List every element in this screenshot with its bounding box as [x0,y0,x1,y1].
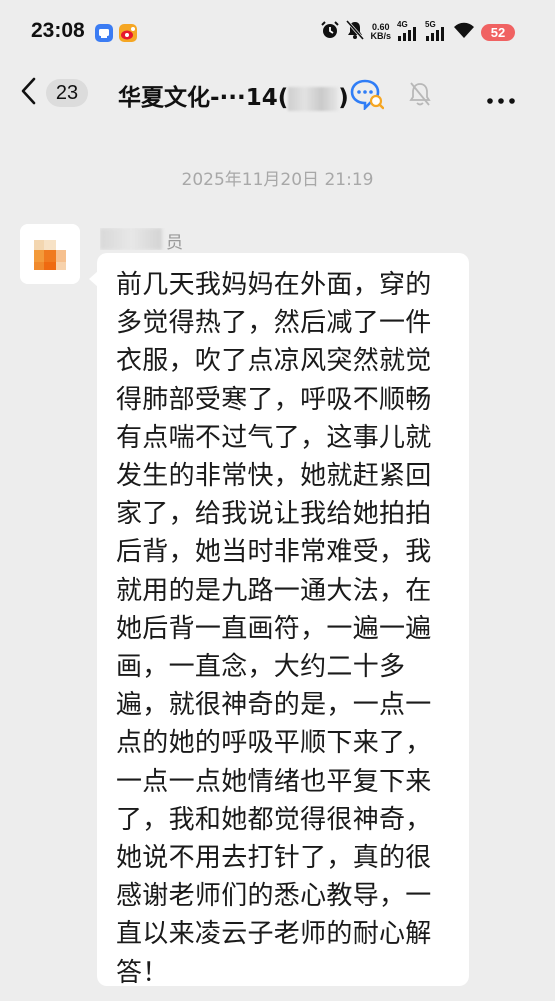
message-line: 前几天我妈妈在外面，穿的 [116,270,432,300]
redacted-block [100,228,162,250]
mute-icon [346,20,365,44]
message-line: 衣服，吹了点凉风突然就觉 [116,346,432,377]
message-bubble[interactable]: 前几天我妈妈在外面，穿的 多觉得热了，然后减了一件 衣服，吹了点凉风突然就觉 得肺部受… [89,253,469,988]
message-line: 了，我和她都觉得很神奇， [116,804,432,835]
net-speed-unit: KB/s [370,31,391,41]
sender-name-visible: 员 [166,233,183,250]
message-line: 答！ [116,957,169,988]
sender-name: 员 [100,228,190,250]
wifi-icon [453,21,475,43]
alarm-icon [320,20,340,44]
signal-1-label: 4G [397,20,408,29]
net-speed: 0.60 KB/s [370,23,391,41]
message-line: 得肺部受寒了，呼吸不顺畅 [116,384,432,415]
chat-title-text: 华夏文化-···14( [118,85,289,111]
message-line: 遍，就很神奇的是，一点一 [116,690,432,721]
weibo-icon [119,24,137,42]
signal-icon: 5G [425,20,447,42]
message-line: 发生的非常快，她就赶紧回 [116,461,432,492]
battery-level: 52 [490,24,506,40]
redacted-block [288,86,339,111]
chat-title[interactable]: 华夏文化-···14() [118,78,349,112]
message-line: 多觉得热了，然后减了一件 [116,308,432,339]
bell-muted-icon[interactable] [408,81,432,111]
back-chevron-icon [20,76,38,110]
chat-title-suffix: ) [338,85,349,111]
message-line: 家了，给我说让我给她拍拍 [116,499,432,530]
more-icon[interactable] [486,90,516,109]
message-line: 有点喘不过气了，这事儿就 [116,422,432,453]
message-timestamp: 2025年11月20日 21:19 [181,170,374,190]
message-line: 她说不用去打针了，真的很 [116,843,432,874]
battery-icon: 52 [481,23,515,41]
signal-2-label: 5G [425,20,436,29]
signal-icon: 4G [397,20,419,42]
avatar[interactable] [20,224,80,284]
back-button[interactable]: 23 [20,76,100,110]
message-app-icon [95,24,113,42]
message-line: 直以来凌云子老师的耐心解 [116,919,432,950]
message-line: 画，一直念，大约二十多 [116,652,406,683]
message-text: 前几天我妈妈在外面，穿的 多觉得热了，然后减了一件 衣服，吹了点凉风突然就觉 得肺部受… [116,266,455,992]
chat-search-icon[interactable] [350,78,385,114]
message-line: 感谢老师们的悉心教导，一 [116,881,432,912]
message-line: 就用的是九路一通大法，在 [116,575,432,606]
status-bar: 23:08 0.60 KB/s 4G 5G 52 [0,0,555,64]
message-line: 她后背一直画符，一遍一遍 [116,613,432,644]
message-line: 后背，她当时非常难受，我 [116,537,432,568]
chat-header: 23 华夏文化-···14() [0,64,555,122]
status-time: 23:08 [31,19,85,42]
message-line: 一点一点她情绪也平复下来 [116,766,432,797]
unread-count-badge: 23 [46,79,88,107]
message-line: 点的她的呼吸平顺下来了， [116,728,432,759]
